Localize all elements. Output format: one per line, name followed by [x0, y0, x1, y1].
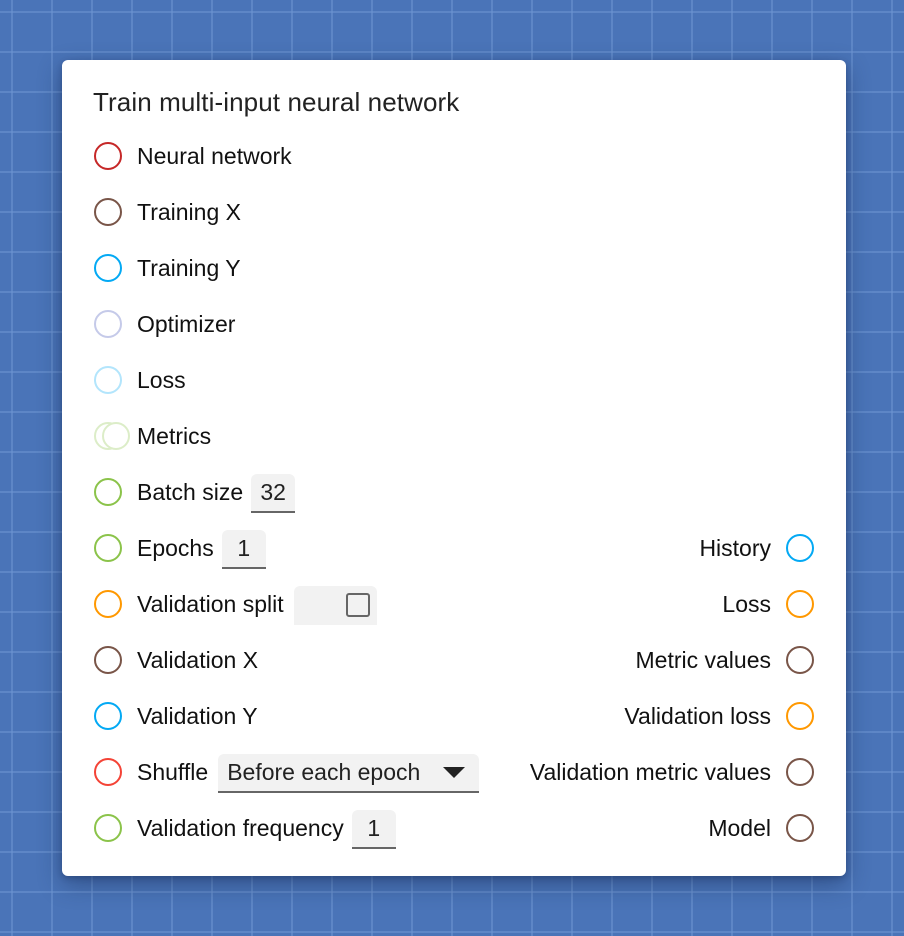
output-label: Validation loss: [624, 702, 771, 729]
input-label: Loss: [137, 366, 186, 393]
node-card[interactable]: Train multi-input neural network Neural …: [62, 60, 846, 876]
input-validation-y: Validation Y: [94, 696, 258, 736]
input-label: Neural network: [137, 142, 292, 169]
input-label: Batch size: [137, 478, 244, 505]
output-validation-loss: Validation loss: [624, 696, 814, 736]
epochs-input[interactable]: 1: [221, 529, 266, 569]
input-validation-x: Validation X: [94, 640, 258, 680]
validation-split-checkbox[interactable]: [345, 593, 370, 617]
socket-icon[interactable]: [786, 758, 814, 786]
socket-icon[interactable]: [786, 534, 814, 562]
input-batch-size: Batch size 32: [94, 472, 296, 513]
output-label: Validation metric values: [529, 758, 771, 785]
input-label: Training Y: [137, 254, 241, 281]
output-loss: Loss: [722, 584, 814, 624]
shuffle-select[interactable]: Before each epoch: [218, 753, 480, 793]
socket-icon[interactable]: [786, 702, 814, 730]
socket-icon[interactable]: [94, 366, 122, 394]
socket-icon[interactable]: [94, 758, 122, 786]
socket-icon[interactable]: [94, 590, 122, 618]
input-loss: Loss: [94, 360, 186, 400]
socket-icon[interactable]: [94, 702, 122, 730]
socket-icon[interactable]: [786, 814, 814, 842]
batch-size-input[interactable]: 32: [251, 473, 296, 513]
input-metrics: Metrics: [94, 416, 211, 456]
input-label: Metrics: [137, 422, 212, 449]
output-label: Model: [708, 814, 771, 841]
socket-icon[interactable]: [94, 534, 122, 562]
input-label: Shuffle: [137, 758, 209, 785]
socket-icon[interactable]: [786, 590, 814, 618]
input-label: Epochs: [137, 534, 214, 561]
input-epochs: Epochs 1: [94, 528, 266, 569]
input-label: Validation frequency: [137, 814, 344, 841]
socket-icon[interactable]: [94, 310, 122, 338]
input-validation-frequency: Validation frequency 1: [94, 808, 396, 849]
output-history: History: [699, 528, 814, 568]
socket-icon[interactable]: [94, 478, 122, 506]
input-validation-split: Validation split: [94, 584, 377, 625]
socket-icon[interactable]: [94, 198, 122, 226]
socket-icon[interactable]: [94, 814, 122, 842]
output-label: Metric values: [635, 646, 771, 673]
shuffle-select-value: Before each epoch: [227, 758, 421, 785]
input-optimizer: Optimizer: [94, 304, 235, 344]
validation-frequency-input[interactable]: 1: [351, 809, 396, 849]
caret-down-icon: [443, 766, 466, 778]
output-label: Loss: [722, 590, 771, 617]
input-label: Optimizer: [137, 310, 236, 337]
input-training-x: Training X: [94, 192, 241, 232]
socket-icon[interactable]: [786, 646, 814, 674]
socket-icon[interactable]: [94, 254, 122, 282]
input-neural-network: Neural network: [94, 136, 292, 176]
output-model: Model: [708, 808, 814, 848]
node-title: Train multi-input neural network: [93, 87, 460, 117]
input-training-y: Training Y: [94, 248, 241, 288]
validation-split-control: [293, 585, 377, 625]
input-label: Validation split: [137, 590, 284, 617]
socket-icon[interactable]: [94, 142, 122, 170]
input-shuffle: Shuffle Before each epoch: [94, 752, 480, 793]
input-label: Validation X: [137, 646, 259, 673]
output-metric-values: Metric values: [636, 640, 814, 680]
output-label: History: [699, 534, 771, 561]
multi-socket-icon[interactable]: [94, 422, 130, 450]
input-label: Validation Y: [137, 702, 258, 729]
output-validation-metric-values: Validation metric values: [530, 752, 814, 792]
socket-icon[interactable]: [94, 646, 122, 674]
input-label: Training X: [137, 198, 241, 225]
